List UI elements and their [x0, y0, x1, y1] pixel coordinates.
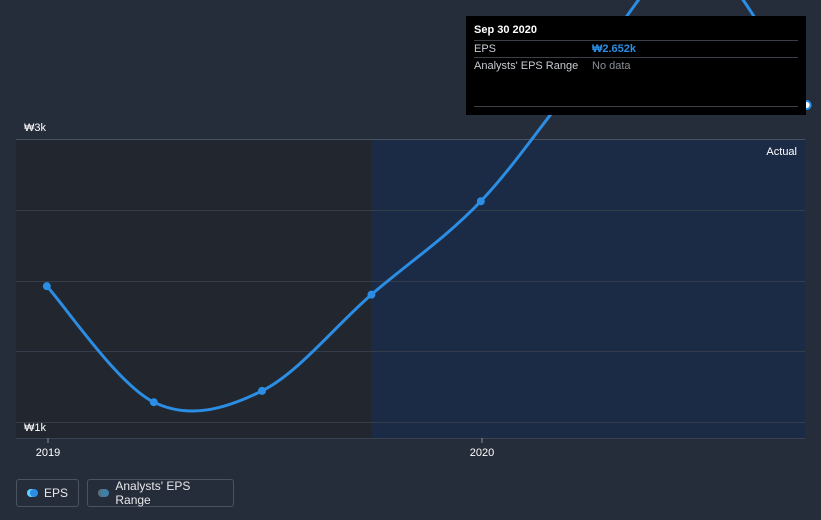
eps-point — [42, 282, 51, 291]
tooltip-range-key: Analysts' EPS Range — [474, 60, 579, 72]
eps-point — [367, 290, 376, 299]
legend-eps-button[interactable]: EPS — [16, 479, 79, 507]
tooltip-eps-key: EPS — [474, 43, 497, 55]
tooltip-range-value: No data — [592, 60, 631, 72]
range-legend-icon — [98, 489, 110, 497]
actual-region-shade — [371, 139, 805, 438]
x-axis: 2019 2020 — [36, 438, 494, 459]
y-tick-label-top: ₩3k — [24, 122, 47, 134]
x-tick-label: 2019 — [36, 447, 60, 459]
eps-point — [258, 386, 267, 395]
legend-range-button[interactable]: Analysts' EPS Range — [87, 479, 234, 507]
past-region-shade — [16, 139, 372, 438]
tooltip-eps-value: ₩2.652k — [592, 43, 637, 55]
legend-eps-label: EPS — [43, 486, 68, 500]
x-tick-label: 2020 — [470, 447, 494, 459]
eps-point — [149, 398, 158, 407]
tooltip-divider — [474, 106, 798, 107]
tooltip-date: Sep 30 2020 — [474, 24, 537, 36]
tooltip-row-range: Analysts' EPS Range No data — [474, 57, 798, 74]
actual-label: Actual — [766, 146, 797, 158]
tooltip-row-eps: EPS ₩2.652k — [474, 40, 798, 57]
eps-legend-icon — [27, 489, 38, 497]
eps-point — [476, 197, 485, 206]
y-tick-label-bottom: ₩1k — [24, 422, 47, 434]
legend-range-label: Analysts' EPS Range — [115, 479, 191, 507]
eps-tooltip: Sep 30 2020 EPS ₩2.652k Analysts' EPS Ra… — [466, 16, 806, 115]
